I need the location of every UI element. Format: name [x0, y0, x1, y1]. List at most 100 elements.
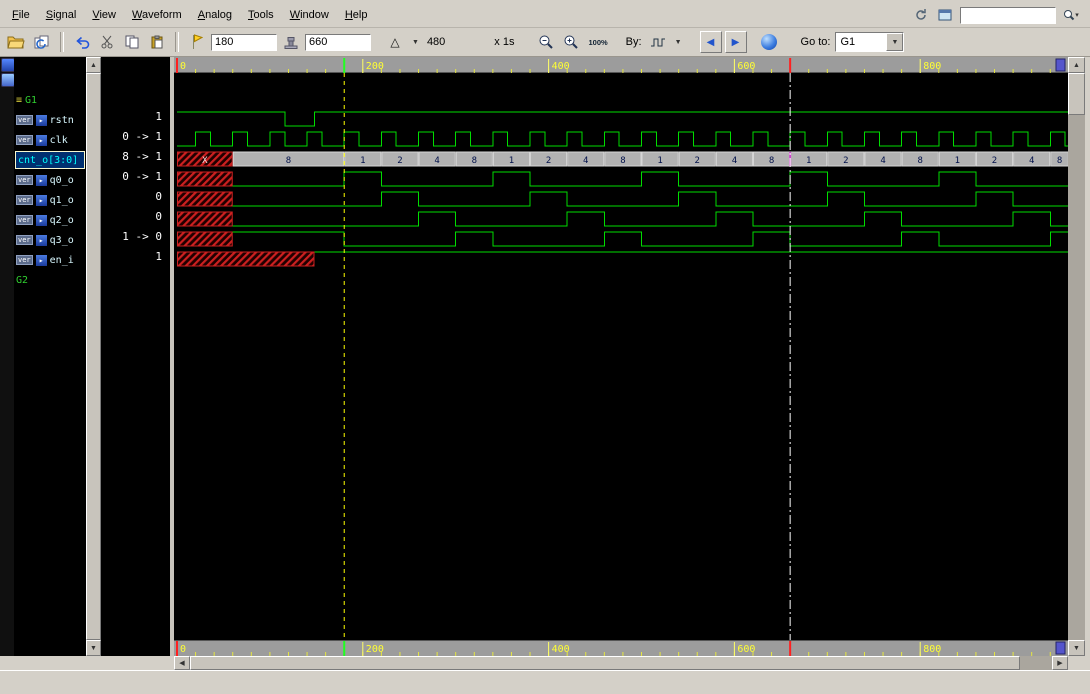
time-scale-label: x 1s	[494, 36, 515, 48]
open-button[interactable]	[4, 31, 28, 53]
app-orb-icon	[760, 34, 777, 50]
svg-text:4: 4	[880, 156, 885, 166]
unknown-region[interactable]	[177, 231, 233, 247]
signal-value-q1_o: 0	[155, 190, 162, 203]
svg-text:1: 1	[509, 156, 514, 166]
svg-text:800: 800	[923, 644, 941, 655]
scroll-up-button[interactable]: ▲	[1068, 57, 1085, 73]
signal-row-rstn[interactable]: ver ▸ rstn	[14, 110, 86, 130]
main-area: ≡ G1 ver ▸ rstn ver ▸ clk cnt_o[3:0] ver ▸ q0_o ver ▸…	[0, 57, 1090, 670]
signal-group-G1[interactable]: ≡ G1	[14, 90, 86, 110]
zoom-in-button[interactable]	[560, 31, 583, 53]
cursor-marker-button[interactable]	[186, 31, 208, 53]
scrollbar-track[interactable]	[1020, 656, 1052, 670]
svg-text:0: 0	[180, 644, 186, 655]
copy-button[interactable]	[121, 31, 143, 53]
cut-button[interactable]	[96, 31, 118, 53]
signal-row-q0_o[interactable]: ver ▸ q0_o	[14, 170, 86, 190]
undo-button[interactable]	[71, 31, 93, 53]
unknown-region[interactable]	[177, 191, 233, 207]
range-dropdown-button[interactable]: ▼	[409, 31, 422, 53]
strip-tool-button-1[interactable]	[1, 58, 15, 72]
unknown-region[interactable]	[177, 171, 233, 187]
group-expand-icon[interactable]: ≡	[16, 95, 22, 106]
svg-text:1: 1	[806, 156, 811, 166]
menu-view[interactable]: View	[84, 6, 124, 24]
marker-time-input[interactable]	[305, 33, 371, 51]
marker-stamp-button[interactable]	[280, 31, 302, 53]
toolbar-separator	[60, 32, 64, 52]
menu-analog[interactable]: Analog	[190, 6, 240, 24]
scroll-down-button[interactable]: ▼	[86, 640, 101, 656]
paste-button[interactable]	[146, 31, 168, 53]
signal-row-q2_o[interactable]: ver ▸ q2_o	[14, 210, 86, 230]
stamp-icon	[284, 36, 298, 49]
window-button[interactable]	[936, 7, 954, 23]
app-button[interactable]	[757, 31, 780, 53]
scroll-left-button[interactable]: ◀	[174, 656, 190, 670]
ver-badge: ver	[16, 235, 33, 245]
by-label: By:	[625, 36, 642, 48]
signal-row-cnt_o[3:0][interactable]: cnt_o[3:0]	[15, 151, 85, 169]
search-input[interactable]	[960, 6, 1056, 24]
scrollbar-thumb[interactable]	[190, 656, 1020, 670]
ver-badge: ver	[16, 175, 33, 185]
panel-scrollbar[interactable]: ▲ ▼	[86, 57, 101, 656]
waveform-svg[interactable]: 0 200 400 600 8000 200 400 600 800X 8 1 2 4 8 1 2 4 8 1 2 4 8…	[174, 57, 1070, 656]
strip-tool-button-2[interactable]	[1, 73, 15, 87]
menu-file[interactable]: File	[4, 6, 38, 24]
by-dropdown-button[interactable]: ▼	[671, 31, 685, 53]
signal-value-clk: 0 -> 1	[122, 130, 162, 143]
range-mode-button[interactable]: △	[384, 31, 406, 53]
signal-value-panel[interactable]: 1 0 -> 1 8 -> 1 0 -> 1 0 0 1 -> 0 1	[101, 57, 170, 656]
goto-dropdown-button[interactable]: ▼	[886, 33, 904, 51]
zoom-full-button[interactable]: 100%	[585, 31, 611, 53]
scrollbar-thumb[interactable]	[1068, 73, 1085, 115]
search-backward-button[interactable]: ◀	[699, 31, 722, 53]
menu-window[interactable]: Window	[282, 6, 337, 24]
reload-button[interactable]	[31, 31, 53, 53]
signal-row-q1_o[interactable]: ver ▸ q1_o	[14, 190, 86, 210]
signal-row-q3_o[interactable]: ver ▸ q3_o	[14, 230, 86, 250]
unknown-region[interactable]	[177, 211, 233, 227]
search-by-mode-button[interactable]	[646, 31, 669, 53]
folder-open-icon	[7, 36, 25, 49]
menu-signal[interactable]: Signal	[38, 6, 85, 24]
svg-text:4: 4	[1029, 156, 1034, 166]
waveform-vertical-scrollbar[interactable]: ▲ ▼	[1068, 57, 1085, 656]
svg-text:2: 2	[843, 156, 848, 166]
svg-text:8: 8	[620, 156, 625, 166]
scroll-right-button[interactable]: ▶	[1052, 656, 1068, 670]
signal-row-clk[interactable]: ver ▸ clk	[14, 130, 86, 150]
scrollbar-track[interactable]	[1068, 115, 1085, 640]
scroll-down-button[interactable]: ▼	[1068, 640, 1085, 656]
menu-waveform[interactable]: Waveform	[124, 6, 190, 24]
undo-icon	[75, 36, 89, 49]
waveform-area[interactable]: 0 200 400 600 800 0 200 400 600 800 X 8 1 2 4 8 1 2 4 8 1 2 4 8…	[174, 57, 1070, 656]
svg-text:X: X	[202, 156, 208, 166]
signal-type-icon: ▸	[35, 114, 47, 126]
chevron-down-icon: ▾	[1075, 12, 1079, 19]
horizontal-scrollbar[interactable]: ◀ ▶	[174, 656, 1068, 670]
signal-name-panel[interactable]: ≡ G1 ver ▸ rstn ver ▸ clk cnt_o[3:0] ver ▸ q0_o ver ▸…	[14, 57, 86, 656]
signal-name: cnt_o[3:0]	[18, 154, 79, 166]
svg-text:8: 8	[769, 156, 774, 166]
zoom-100-label: 100%	[588, 37, 608, 47]
scroll-up-button[interactable]: ▲	[86, 57, 101, 73]
scrollbar-thumb[interactable]	[86, 73, 101, 640]
quick-find-button[interactable]: ▾	[1062, 7, 1080, 23]
signal-group-G2[interactable]: G2	[14, 270, 86, 290]
signal-name: q3_o	[49, 234, 74, 246]
goto-dropdown[interactable]: G1 ▼	[835, 32, 905, 52]
menubar: File Signal View Waveform Analog Tools Window H…	[0, 0, 1090, 28]
refresh-button[interactable]	[912, 7, 930, 23]
cursor-time-input[interactable]	[211, 33, 277, 51]
signal-row-en_i[interactable]: ver ▸ en_i	[14, 250, 86, 270]
chevron-down-icon: ▼	[674, 38, 682, 46]
menu-tools[interactable]: Tools	[240, 6, 282, 24]
menu-help[interactable]: Help	[337, 6, 376, 24]
waveform-canvas[interactable]	[174, 57, 1068, 656]
unknown-region[interactable]	[177, 251, 315, 267]
search-forward-button[interactable]: ▶	[724, 31, 747, 53]
zoom-out-button[interactable]	[535, 31, 558, 53]
